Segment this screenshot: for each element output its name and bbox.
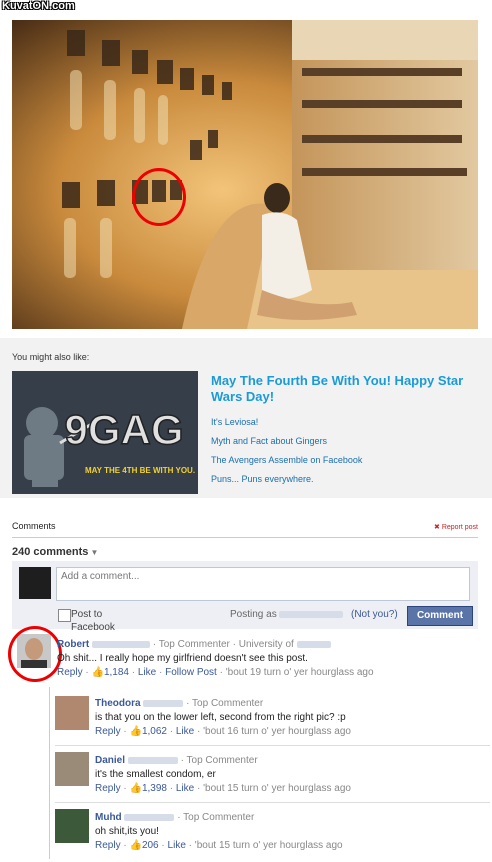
reply-link[interactable]: Reply xyxy=(57,667,83,678)
comment-input[interactable]: Add a comment... xyxy=(56,567,470,601)
blurred-school xyxy=(296,640,331,648)
posting-as-text: Posting as xyxy=(230,609,344,620)
blurred-surname xyxy=(124,813,175,821)
blurred-name xyxy=(279,610,344,618)
comments-label: Comments xyxy=(12,521,56,531)
like-link[interactable]: Like xyxy=(176,783,194,794)
reply-item: Muhd · Top Commenter oh shit,its you! Re… xyxy=(95,811,480,853)
featured-thumbnail[interactable]: 9GAG MAY THE 4TH BE WITH YOU. xyxy=(12,371,198,494)
related-link-3[interactable]: The Avengers Assemble on Facebook xyxy=(211,455,362,465)
comment-button[interactable]: Comment xyxy=(407,606,473,626)
posting-as-label: Posting as xyxy=(230,609,277,620)
comment-item: Robert · Top Commenter · University of O… xyxy=(57,638,482,680)
reply-link[interactable]: Reply xyxy=(95,726,121,737)
thumbs-up-icon: 👍 xyxy=(129,726,142,737)
like-link[interactable]: Like xyxy=(176,726,194,737)
reply-timestamp: 'bout 15 turn o' yer hourglass ago xyxy=(194,840,343,851)
like-link[interactable]: Like xyxy=(138,667,156,678)
reply-avatar[interactable] xyxy=(55,809,89,843)
comment-count[interactable]: 240 comments ▼ xyxy=(12,546,98,558)
related-link-2[interactable]: Myth and Fact about Gingers xyxy=(211,436,327,446)
post-to-facebook-label: Post to Facebook xyxy=(71,609,115,633)
commenter-name[interactable]: Robert xyxy=(57,639,89,650)
top-commenter-badge: · Top Commenter xyxy=(177,812,255,823)
related-link-4[interactable]: Puns... Puns everywhere. xyxy=(211,474,314,484)
reply-author-name[interactable]: Daniel xyxy=(95,755,125,766)
blurred-surname xyxy=(143,699,184,707)
comment-count-label: 240 comments xyxy=(12,546,89,558)
like-link[interactable]: Like xyxy=(168,840,186,851)
reply-link[interactable]: Reply xyxy=(95,783,121,794)
featured-title-link[interactable]: May The Fourth Be With You! Happy Star W… xyxy=(211,373,481,405)
highlight-circle-avatar xyxy=(8,626,62,682)
chevron-down-icon: ▼ xyxy=(90,548,99,557)
related-link-1[interactable]: It's Leviosa! xyxy=(211,417,258,427)
reply-author-name[interactable]: Muhd xyxy=(95,812,122,823)
divider xyxy=(12,537,478,538)
reply-divider xyxy=(55,802,490,803)
like-count[interactable]: 1,398 xyxy=(142,783,167,794)
top-commenter-badge: · Top Commenter xyxy=(186,698,264,709)
comment-text: Oh shit... I really hope my girlfriend d… xyxy=(57,653,308,664)
report-icon: ✖ xyxy=(433,524,440,531)
reply-text: oh shit,its you! xyxy=(95,826,159,837)
highlight-circle-photo xyxy=(132,168,186,226)
reply-timestamp: 'bout 16 turn o' yer hourglass ago xyxy=(203,726,351,737)
commenter-school: · University of xyxy=(232,639,294,650)
thumb-caption: MAY THE 4TH BE WITH YOU. xyxy=(85,466,195,475)
top-commenter-badge: · Top Commenter xyxy=(152,639,230,650)
report-post-link[interactable]: ✖ Report post xyxy=(434,523,478,531)
site-watermark: KuvatON.com xyxy=(2,0,75,12)
like-count[interactable]: 1,062 xyxy=(142,726,167,737)
reply-link[interactable]: Reply xyxy=(95,840,121,851)
reply-avatar[interactable] xyxy=(55,752,89,786)
reply-timestamp: 'bout 15 turn o' yer hourglass ago xyxy=(203,783,351,794)
report-label: Report post xyxy=(441,524,478,531)
top-commenter-badge: · Top Commenter xyxy=(180,755,258,766)
like-count[interactable]: 1,184 xyxy=(104,667,129,678)
main-photo xyxy=(12,20,478,329)
user-avatar xyxy=(19,567,51,599)
reply-item: Theodora · Top Commenter is that you on … xyxy=(95,697,480,739)
thumbs-up-icon: 👍 xyxy=(129,840,142,851)
reply-text: is that you on the lower left, second fr… xyxy=(95,712,346,723)
reply-item: Daniel · Top Commenter it's the smallest… xyxy=(95,754,480,796)
reply-divider xyxy=(55,745,490,746)
follow-post-link[interactable]: Follow Post xyxy=(165,667,217,678)
thumbs-up-icon: 👍 xyxy=(129,783,142,794)
like-count[interactable]: 206 xyxy=(142,840,159,851)
thumb-logo-text: 9GAG xyxy=(64,406,183,453)
blurred-surname xyxy=(92,640,151,648)
reply-avatar[interactable] xyxy=(55,696,89,730)
thumbs-up-icon: 👍 xyxy=(91,667,104,678)
comment-timestamp: 'bout 19 turn o' yer hourglass ago xyxy=(225,667,374,678)
also-like-label: You might also like: xyxy=(12,352,90,362)
reply-author-name[interactable]: Theodora xyxy=(95,698,141,709)
not-you-link[interactable]: (Not you?) xyxy=(351,609,398,620)
blurred-surname xyxy=(127,756,178,764)
reply-text: it's the smallest condom, er xyxy=(95,769,216,780)
post-to-facebook-checkbox[interactable] xyxy=(58,609,71,622)
